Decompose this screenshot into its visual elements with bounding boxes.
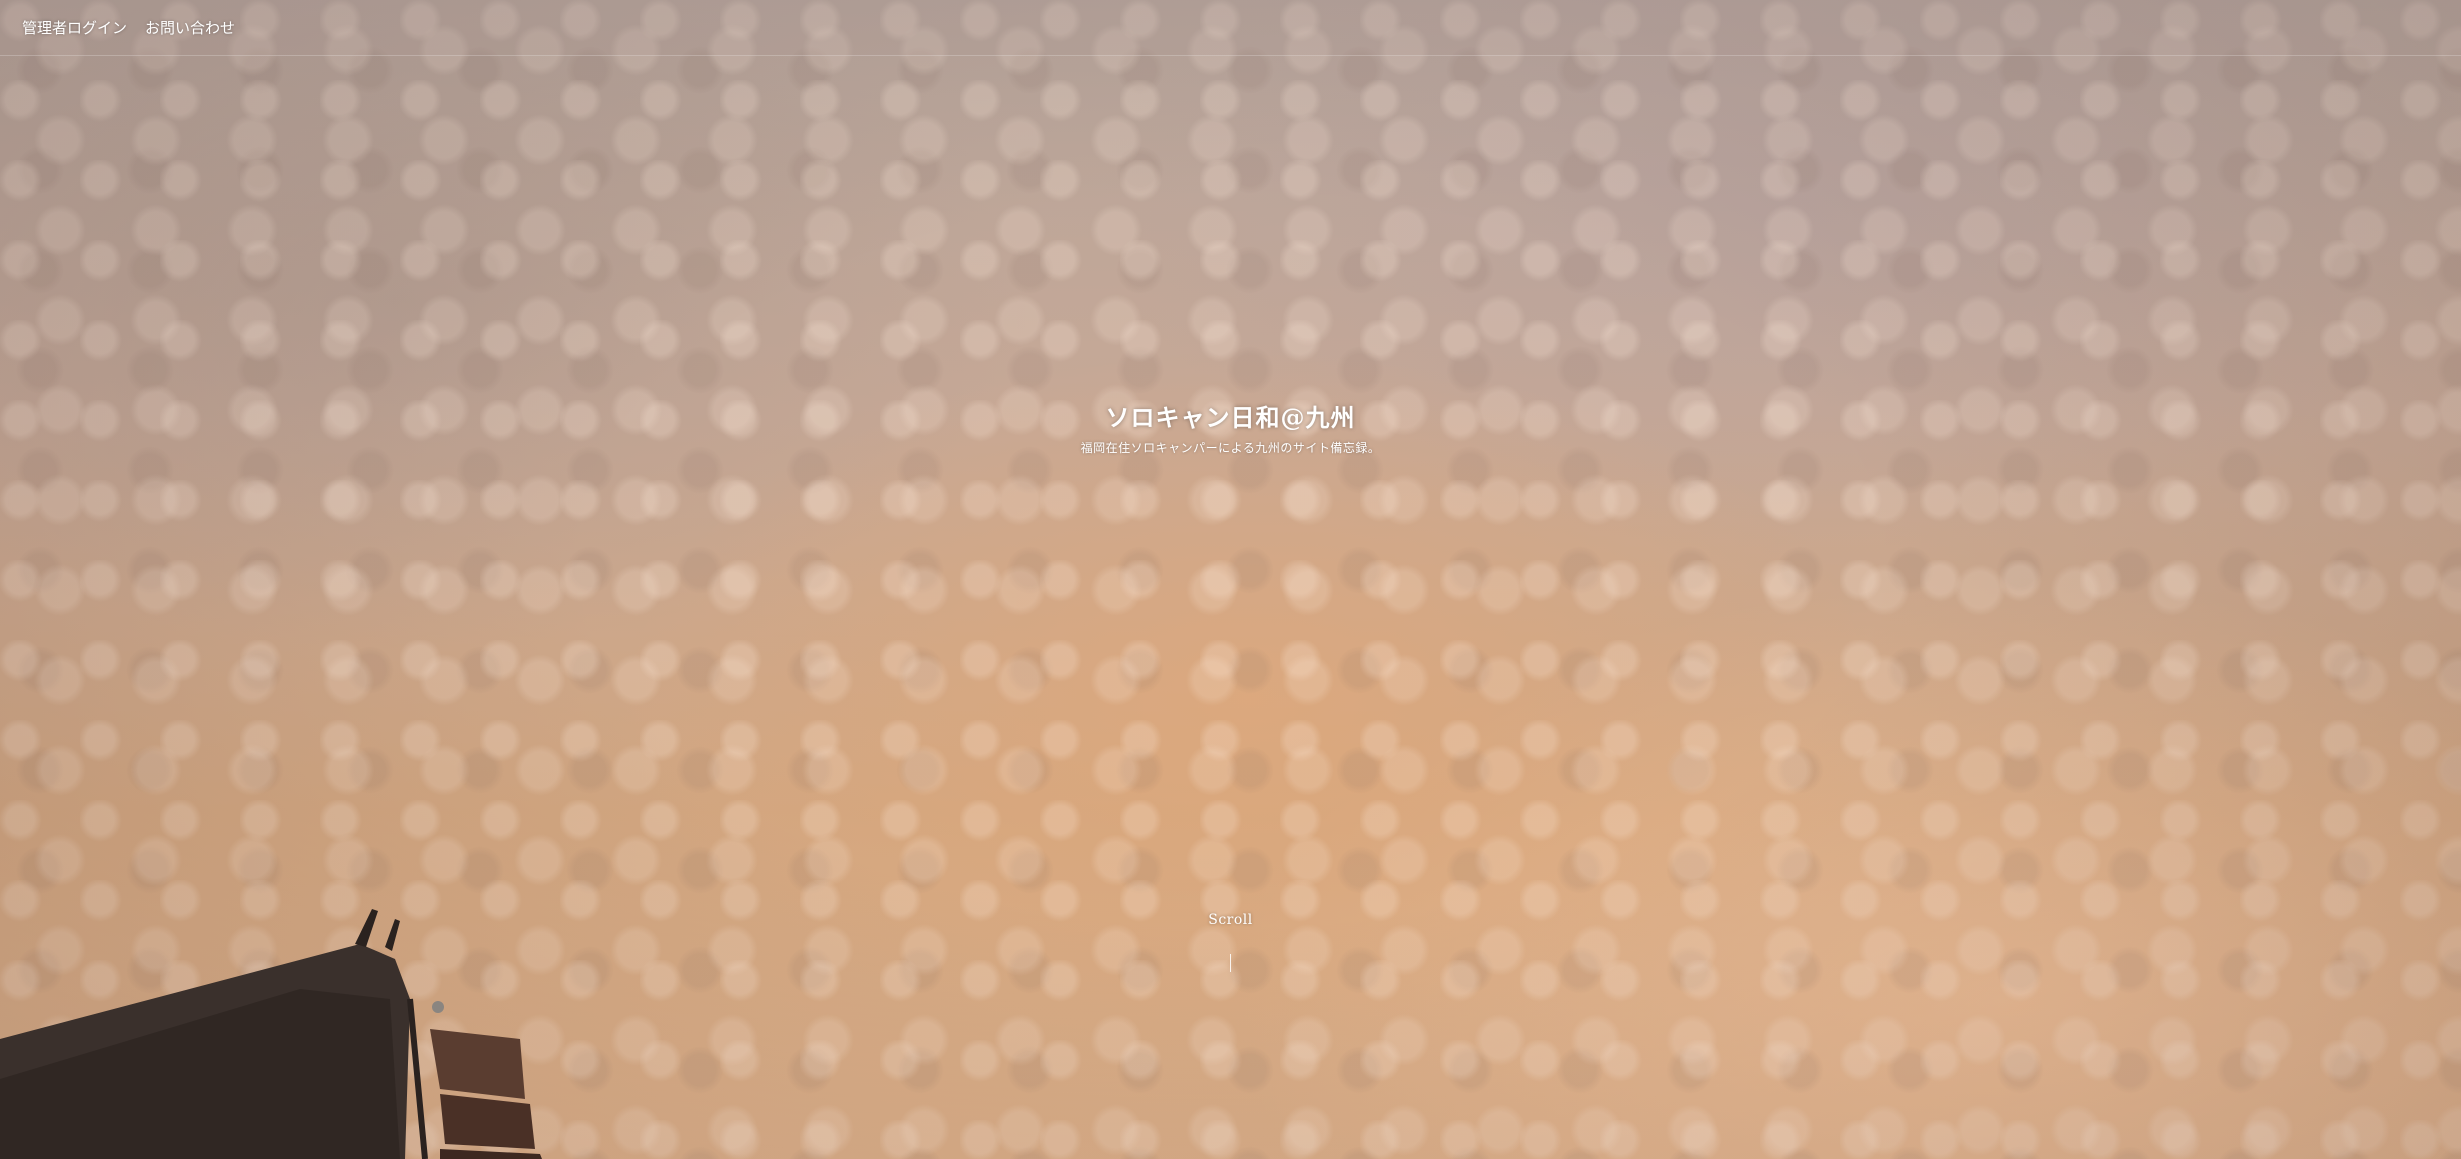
site-title[interactable]: ソロキャン日和@九州 — [1106, 398, 1356, 433]
top-navigation: 管理者ログイン お問い合わせ — [0, 0, 2461, 56]
site-branding: ソロキャン日和@九州 福岡在住ソロキャンパーによる九州のサイト備忘録。 — [0, 398, 2461, 456]
tent-silhouette-icon — [0, 909, 542, 1159]
nav-admin-login-link[interactable]: 管理者ログイン — [22, 17, 127, 38]
site-description: 福岡在住ソロキャンパーによる九州のサイト備忘録。 — [1080, 441, 1381, 455]
nav-contact-link[interactable]: お問い合わせ — [145, 17, 235, 38]
hero-section: 管理者ログイン お問い合わせ ソロキャン日和@九州 福岡在住ソロキャンパーによる… — [0, 0, 2461, 1159]
scroll-line-icon — [1230, 954, 1231, 972]
